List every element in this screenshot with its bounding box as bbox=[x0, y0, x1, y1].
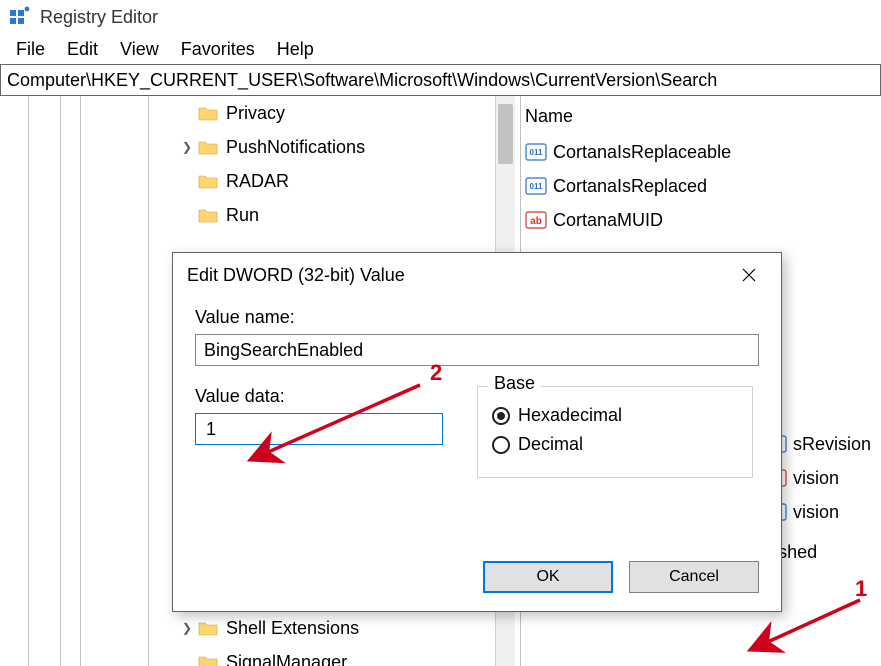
value-name: CortanaIsReplaced bbox=[553, 176, 707, 197]
value-data-input[interactable] bbox=[195, 413, 443, 445]
radio-dec-label: Decimal bbox=[518, 434, 583, 455]
value-row[interactable]: 011 CortanaIsReplaced bbox=[525, 169, 871, 203]
svg-text:011: 011 bbox=[530, 182, 543, 191]
tree-item[interactable]: RADAR bbox=[0, 164, 365, 198]
folder-icon bbox=[198, 619, 218, 637]
menu-edit[interactable]: Edit bbox=[57, 37, 108, 62]
value-name: sRevision bbox=[793, 434, 871, 455]
tree-label: Run bbox=[226, 205, 259, 226]
folder-icon bbox=[198, 138, 218, 156]
value-name: vision bbox=[793, 468, 839, 489]
radio-dec[interactable]: Decimal bbox=[492, 434, 738, 455]
folder-icon bbox=[198, 172, 218, 190]
svg-text:ab: ab bbox=[530, 216, 542, 227]
dialog-titlebar[interactable]: Edit DWORD (32-bit) Value bbox=[173, 253, 781, 297]
value-name-input[interactable] bbox=[195, 334, 759, 366]
radio-icon bbox=[492, 436, 510, 454]
radio-icon bbox=[492, 407, 510, 425]
scroll-thumb[interactable] bbox=[498, 104, 513, 164]
tree-item[interactable]: SignalManager bbox=[0, 645, 365, 666]
folder-icon bbox=[198, 206, 218, 224]
folder-icon bbox=[198, 653, 218, 666]
folder-icon bbox=[198, 104, 218, 122]
regedit-app-icon bbox=[8, 6, 30, 28]
menu-file[interactable]: File bbox=[6, 37, 55, 62]
base-group: Base Hexadecimal Decimal bbox=[477, 386, 753, 478]
value-name: CortanaIsReplaceable bbox=[553, 142, 731, 163]
tree-label: Shell Extensions bbox=[226, 618, 359, 639]
expand-icon[interactable] bbox=[178, 653, 196, 666]
menu-view[interactable]: View bbox=[110, 37, 169, 62]
tree-item[interactable]: ❯ Shell Extensions bbox=[0, 611, 365, 645]
titlebar: Registry Editor bbox=[0, 0, 881, 34]
dialog-title: Edit DWORD (32-bit) Value bbox=[187, 265, 731, 286]
radio-hex-label: Hexadecimal bbox=[518, 405, 622, 426]
menu-favorites[interactable]: Favorites bbox=[171, 37, 265, 62]
value-data-label: Value data: bbox=[195, 386, 443, 407]
address-text: Computer\HKEY_CURRENT_USER\Software\Micr… bbox=[7, 70, 717, 91]
expand-icon[interactable]: ❯ bbox=[178, 619, 196, 637]
close-icon[interactable] bbox=[731, 257, 767, 293]
tree-label: Privacy bbox=[226, 103, 285, 124]
svg-text:011: 011 bbox=[530, 148, 543, 157]
reg-value-icon: ab bbox=[525, 211, 547, 229]
ok-button[interactable]: OK bbox=[483, 561, 613, 593]
tree-label: PushNotifications bbox=[226, 137, 365, 158]
tree-item[interactable]: ❯ PushNotifications bbox=[0, 130, 365, 164]
list-top: 011 CortanaIsReplaceable 011 CortanaIsRepla… bbox=[525, 135, 871, 237]
value-name: CortanaMUID bbox=[553, 210, 663, 231]
tree-item[interactable]: Run bbox=[0, 198, 365, 232]
tree-label: SignalManager bbox=[226, 652, 347, 666]
column-header-name[interactable]: Name bbox=[525, 102, 871, 135]
value-name-label: Value name: bbox=[195, 307, 759, 328]
edit-dword-dialog: Edit DWORD (32-bit) Value Value name: Va… bbox=[172, 252, 782, 612]
address-bar[interactable]: Computer\HKEY_CURRENT_USER\Software\Micr… bbox=[0, 64, 881, 96]
app-title: Registry Editor bbox=[40, 7, 158, 28]
expand-icon[interactable] bbox=[178, 172, 196, 190]
value-row[interactable]: ab CortanaMUID bbox=[525, 203, 871, 237]
expand-icon[interactable]: ❯ bbox=[178, 138, 196, 156]
value-row[interactable]: 011 CortanaIsReplaceable bbox=[525, 135, 871, 169]
tree-item[interactable]: Privacy bbox=[0, 96, 365, 130]
reg-value-icon: 011 bbox=[525, 143, 547, 161]
radio-hex[interactable]: Hexadecimal bbox=[492, 405, 738, 426]
base-group-label: Base bbox=[488, 373, 541, 394]
menu-help[interactable]: Help bbox=[267, 37, 324, 62]
tree-label: RADAR bbox=[226, 171, 289, 192]
reg-value-icon: 011 bbox=[525, 177, 547, 195]
expand-icon[interactable] bbox=[178, 104, 196, 122]
expand-icon[interactable] bbox=[178, 206, 196, 224]
value-name: vision bbox=[793, 502, 839, 523]
menubar: File Edit View Favorites Help bbox=[0, 34, 881, 64]
cancel-button[interactable]: Cancel bbox=[629, 561, 759, 593]
